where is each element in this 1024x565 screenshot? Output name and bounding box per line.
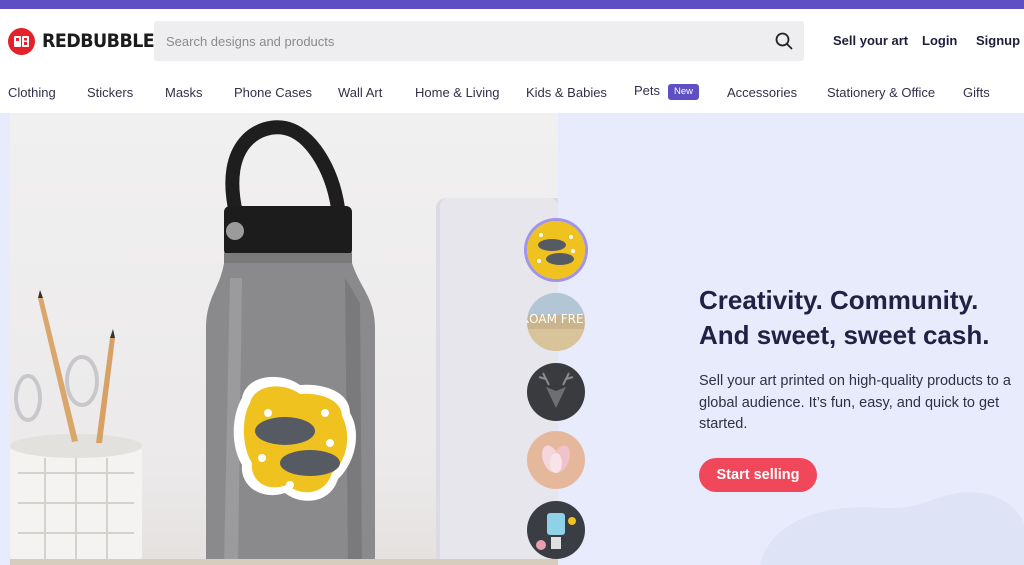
- search-icon: [775, 32, 793, 50]
- nav-item-stationery-office[interactable]: Stationery & Office: [827, 85, 935, 100]
- background-blob-shape: [760, 492, 1024, 565]
- new-badge: New: [668, 84, 700, 100]
- nav-item-kids-babies[interactable]: Kids & Babies: [526, 85, 607, 100]
- search-input[interactable]: [154, 21, 754, 61]
- water-bottle-sticker-illustration: [10, 120, 558, 565]
- brand-logo[interactable]: REDBUBBLE: [8, 27, 164, 55]
- badger-sticker-thumbnail-icon: [527, 221, 585, 279]
- nav-item-accessories[interactable]: Accessories: [727, 85, 797, 100]
- thumbnail-badger-sticker[interactable]: [527, 221, 585, 279]
- robot-collage-thumbnail-icon: [527, 501, 585, 559]
- thumbnail-deer-head[interactable]: [527, 363, 585, 421]
- deer-head-thumbnail-icon: [527, 363, 585, 421]
- site-header: REDBUBBLE Sell your art Login Signup: [0, 9, 1024, 71]
- category-nav: Clothing Stickers Masks Phone Cases Wall…: [0, 71, 1024, 113]
- nav-item-pets[interactable]: Pets New: [634, 83, 700, 100]
- thumbnail-robot-collage[interactable]: [527, 501, 585, 559]
- hero-title-line-1: Creativity. Community.: [699, 285, 979, 315]
- nav-item-home-living[interactable]: Home & Living: [415, 85, 500, 100]
- nav-item-stickers[interactable]: Stickers: [87, 85, 133, 100]
- search-bar: [154, 21, 804, 61]
- hero-description: Sell your art printed on high-quality pr…: [699, 373, 1011, 432]
- nav-item-pets-label: Pets: [634, 83, 661, 98]
- magnolia-flower-thumbnail-icon: [527, 431, 585, 489]
- login-link[interactable]: Login: [922, 33, 957, 51]
- signup-link[interactable]: Signup: [976, 33, 1020, 51]
- hero-banner: ROAM FREE Creativity. Community.: [0, 113, 1024, 565]
- thumbnail-roam-free[interactable]: ROAM FREE: [527, 293, 585, 351]
- nav-item-wall-art[interactable]: Wall Art: [338, 85, 382, 100]
- hero-product-photo: [10, 113, 558, 565]
- nav-item-gifts[interactable]: Gifts: [963, 85, 990, 100]
- top-accent-bar: [0, 0, 1024, 9]
- nav-item-masks[interactable]: Masks: [165, 85, 203, 100]
- hero-title: Creativity. Community. And sweet, sweet …: [699, 283, 1019, 353]
- hero-title-line-2: And sweet, sweet cash.: [699, 320, 990, 350]
- brand-wordmark: REDBUBBLE: [42, 30, 155, 52]
- redbubble-logo-icon: [8, 27, 35, 55]
- nav-item-phone-cases[interactable]: Phone Cases: [234, 85, 312, 100]
- roam-text: ROAM FREE: [527, 312, 585, 326]
- start-selling-button[interactable]: Start selling: [699, 458, 817, 492]
- search-button[interactable]: [772, 29, 796, 53]
- thumbnail-magnolia[interactable]: [527, 431, 585, 489]
- sell-your-art-link[interactable]: Sell your art: [833, 33, 908, 51]
- nav-item-clothing[interactable]: Clothing: [8, 85, 56, 100]
- roam-free-thumbnail-icon: ROAM FREE: [527, 293, 585, 351]
